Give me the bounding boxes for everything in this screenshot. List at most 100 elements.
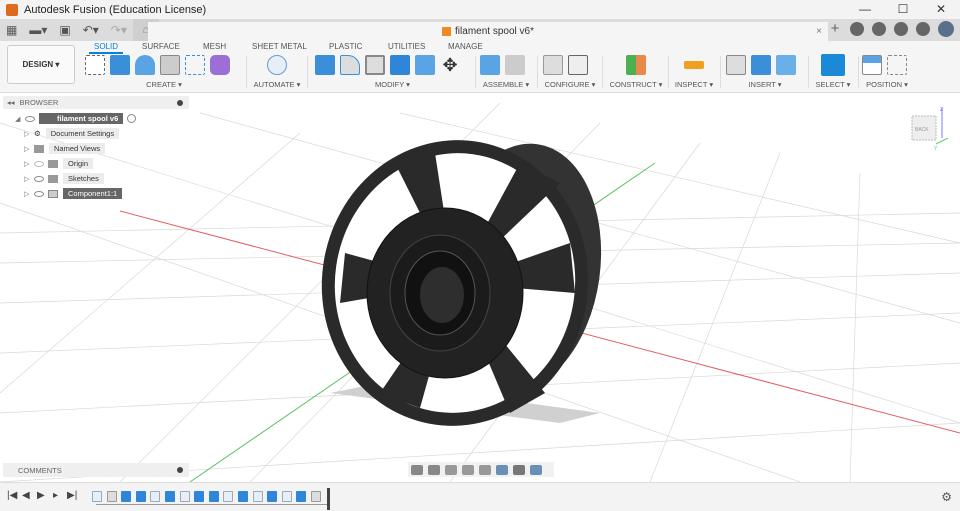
help-icon[interactable] [916, 22, 930, 36]
viewports-icon[interactable] [530, 464, 542, 475]
configure-menu[interactable]: CONFIGURE ▾ [543, 80, 597, 89]
timeline-feature-sketch[interactable] [223, 491, 234, 502]
timeline-feature-extrude[interactable] [238, 491, 248, 502]
workspace-switcher[interactable]: DESIGN ▾ [7, 45, 75, 84]
notifications-icon[interactable] [894, 22, 908, 36]
view-cube[interactable]: BACK Z Y [911, 107, 949, 152]
hole-icon[interactable] [160, 55, 180, 75]
timeline-feature-extrude[interactable] [121, 491, 132, 502]
timeline-feature-extrude[interactable] [165, 491, 175, 502]
timeline-feature-sketch[interactable] [150, 491, 161, 502]
pattern-icon[interactable] [185, 55, 205, 75]
timeline-feature-sketch[interactable] [92, 491, 102, 502]
active-radio-icon[interactable] [127, 114, 137, 123]
file-menu-icon[interactable]: ▬▾ [29, 23, 47, 37]
tab-sheet-metal[interactable]: SHEET METAL [252, 42, 307, 51]
minimize-button[interactable]: — [846, 0, 884, 19]
step-back-icon[interactable]: ◀ [22, 490, 30, 501]
select-icon[interactable] [821, 54, 845, 76]
app-grid-icon[interactable]: ▦ [6, 23, 17, 37]
construct-menu[interactable]: CONSTRUCT ▾ [608, 80, 664, 89]
timeline-feature-sketch[interactable] [281, 491, 292, 502]
save-icon[interactable]: ▣ [59, 23, 70, 37]
fit-icon[interactable] [479, 464, 491, 475]
position-menu[interactable]: POSITION ▾ [862, 80, 912, 89]
look-at-icon[interactable] [428, 464, 440, 475]
move-icon[interactable]: ✥ [440, 55, 460, 75]
insert-menu[interactable]: INSERT ▾ [726, 80, 804, 89]
redo-icon[interactable]: ↷▾ [111, 23, 127, 37]
expand-icon[interactable]: ▷ [24, 160, 34, 168]
tab-utilities[interactable]: UTILITIES [388, 42, 425, 51]
undo-icon[interactable]: ↶▾ [83, 23, 99, 37]
comments-panel-header[interactable]: COMMENTS [3, 463, 189, 477]
step-forward-icon[interactable]: ▸ [53, 490, 58, 501]
timeline-feature-fillet[interactable] [311, 491, 321, 502]
press-pull-icon[interactable] [315, 55, 335, 75]
tree-root[interactable]: ◢ filament spool v6 [15, 112, 137, 125]
timeline-feature-extrude[interactable] [135, 491, 146, 502]
visibility-icon[interactable] [25, 115, 35, 122]
form-icon[interactable] [210, 55, 230, 75]
inspect-menu[interactable]: INSPECT ▾ [672, 80, 716, 89]
insert-mcmaster-icon[interactable] [751, 55, 771, 75]
maximize-button[interactable]: ☐ [884, 0, 922, 19]
revert-position-icon[interactable] [887, 55, 907, 75]
browser-pin-icon[interactable] [177, 99, 183, 106]
visibility-icon[interactable] [34, 190, 44, 197]
automate-menu[interactable]: AUTOMATE ▾ [252, 80, 302, 89]
close-button[interactable]: ✕ [922, 0, 960, 19]
go-to-start-icon[interactable]: |◀ [7, 490, 17, 501]
visibility-icon[interactable] [34, 160, 44, 167]
tab-plastic[interactable]: PLASTIC [329, 42, 362, 51]
combine-icon[interactable] [390, 55, 410, 75]
insert-derive-icon[interactable] [726, 55, 746, 75]
joint-icon[interactable] [505, 55, 525, 75]
tree-item-origin[interactable]: ▷ Origin [24, 157, 94, 170]
tree-item-document-settings[interactable]: ▷ ⚙ Document Settings [24, 127, 120, 140]
configuration-table-icon[interactable] [568, 55, 588, 75]
timeline-feature-extrude[interactable] [267, 491, 278, 502]
automate-icon[interactable] [267, 55, 287, 75]
create-menu[interactable]: CREATE ▾ [85, 80, 243, 89]
expand-icon[interactable]: ▷ [24, 175, 34, 183]
new-tab-icon[interactable]: + [828, 21, 842, 36]
tab-mesh[interactable]: MESH [203, 42, 226, 51]
pan-icon[interactable] [445, 464, 457, 475]
timeline-feature-sketch[interactable] [179, 491, 190, 502]
document-tab[interactable]: filament spool v6* × [148, 22, 828, 41]
assemble-menu[interactable]: ASSEMBLE ▾ [480, 80, 532, 89]
expand-icon[interactable]: ▷ [24, 145, 34, 153]
zoom-icon[interactable] [462, 464, 474, 475]
revolve-icon[interactable] [135, 55, 155, 75]
viewport-canvas[interactable]: BACK Z Y [0, 93, 960, 483]
display-settings-icon[interactable] [496, 464, 508, 475]
create-sketch-icon[interactable] [85, 55, 105, 75]
extrude-icon[interactable] [110, 55, 130, 75]
grid-settings-icon[interactable] [513, 464, 525, 475]
split-body-icon[interactable] [415, 55, 435, 75]
capture-position-icon[interactable] [862, 55, 882, 75]
tab-surface[interactable]: SURFACE [142, 42, 180, 51]
timeline-settings-icon[interactable]: ⚙ [941, 490, 952, 504]
timeline-feature-extrude[interactable] [296, 491, 307, 502]
fillet-icon[interactable] [340, 55, 360, 75]
canvas-image-icon[interactable] [776, 55, 796, 75]
timeline-marker[interactable] [327, 488, 330, 510]
timeline-feature-extrude[interactable] [208, 491, 219, 502]
play-icon[interactable]: ▶ [37, 490, 45, 501]
tab-manage[interactable]: MANAGE [448, 42, 483, 51]
tab-solid[interactable]: SOLID [89, 42, 124, 54]
go-to-end-icon[interactable]: ▶| [67, 490, 77, 501]
tree-item-named-views[interactable]: ▷ Named Views [24, 142, 106, 155]
collapse-browser-icon[interactable]: ◂◂ [7, 98, 15, 107]
job-status-icon[interactable] [872, 22, 886, 36]
configure-icon[interactable] [543, 55, 563, 75]
browser-panel-header[interactable]: ◂◂ BROWSER [3, 96, 189, 109]
shell-icon[interactable] [365, 55, 385, 75]
select-menu[interactable]: SELECT ▾ [812, 80, 854, 89]
expand-icon[interactable]: ▷ [24, 190, 34, 198]
comments-pin-icon[interactable] [177, 467, 183, 473]
timeline-feature-sketch[interactable] [252, 491, 263, 502]
modify-menu[interactable]: MODIFY ▾ [315, 80, 470, 89]
